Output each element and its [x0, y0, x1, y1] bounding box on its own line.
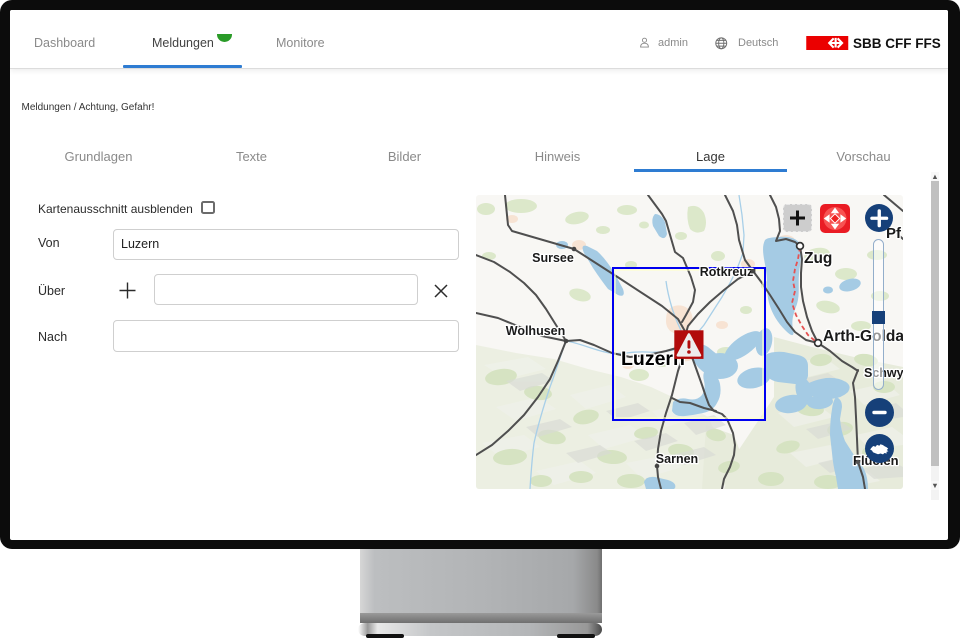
svg-text:Arth-Goldau: Arth-Goldau: [823, 328, 903, 345]
svg-text:Rotkreuz: Rotkreuz: [700, 265, 753, 279]
svg-text:Sarnen: Sarnen: [656, 452, 698, 466]
svg-text:Zug: Zug: [804, 250, 832, 267]
svg-text:Schwyz: Schwyz: [864, 366, 903, 380]
svg-text:Sursee: Sursee: [532, 251, 574, 265]
svg-text:Wolhusen: Wolhusen: [506, 324, 566, 338]
